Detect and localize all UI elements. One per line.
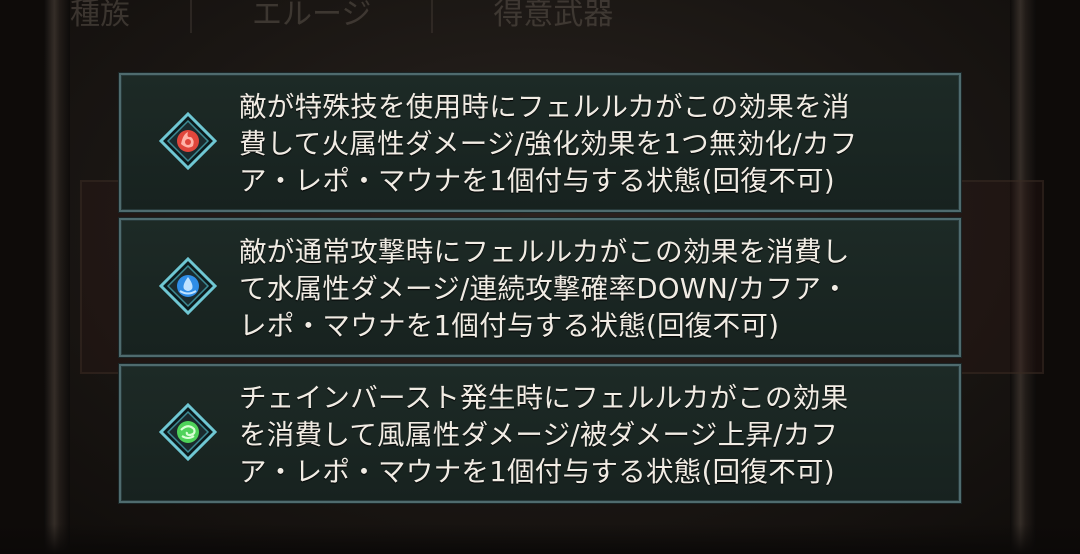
effect-panel-wind: チェインバースト発生時にフェルルカがこの効果 を消費して風属性ダメージ/被ダメー… <box>118 363 962 504</box>
frame-pillar-left <box>44 0 70 554</box>
background-tab-weapon: 得意武器 <box>493 0 614 32</box>
effect-list-screen: 種族 エルージ 得意武器 N/ 敵が特殊技を使用時にフェルルカがこの効果を消 費… <box>0 0 1080 554</box>
background-tab-race: 種族 <box>70 0 130 32</box>
effect-panel-fire: 敵が特殊技を使用時にフェルルカがこの効果を消 費して火属性ダメージ/強化効果を1… <box>118 72 962 213</box>
tab-divider <box>190 0 192 33</box>
wind-element-icon <box>159 403 217 461</box>
background-tab-element: エルージ <box>252 0 372 32</box>
effect-description-fire: 敵が特殊技を使用時にフェルルカがこの効果を消 費して火属性ダメージ/強化効果を1… <box>239 91 858 197</box>
background-tab-row: 種族 エルージ 得意武器 <box>70 0 1010 36</box>
fire-element-icon <box>159 112 217 170</box>
tab-divider <box>431 0 434 33</box>
effect-panel-water: 敵が通常攻撃時にフェルルカがこの効果を消費し て水属性ダメージ/連続攻撃確率DO… <box>118 217 962 358</box>
effect-description-water: 敵が通常攻撃時にフェルルカがこの効果を消費し て水属性ダメージ/連続攻撃確率DO… <box>239 236 850 342</box>
effect-description-wind: チェインバースト発生時にフェルルカがこの効果 を消費して風属性ダメージ/被ダメー… <box>239 382 849 488</box>
frame-edge-left <box>0 0 44 554</box>
water-element-icon <box>159 257 217 315</box>
bottom-frame <box>0 524 1080 554</box>
